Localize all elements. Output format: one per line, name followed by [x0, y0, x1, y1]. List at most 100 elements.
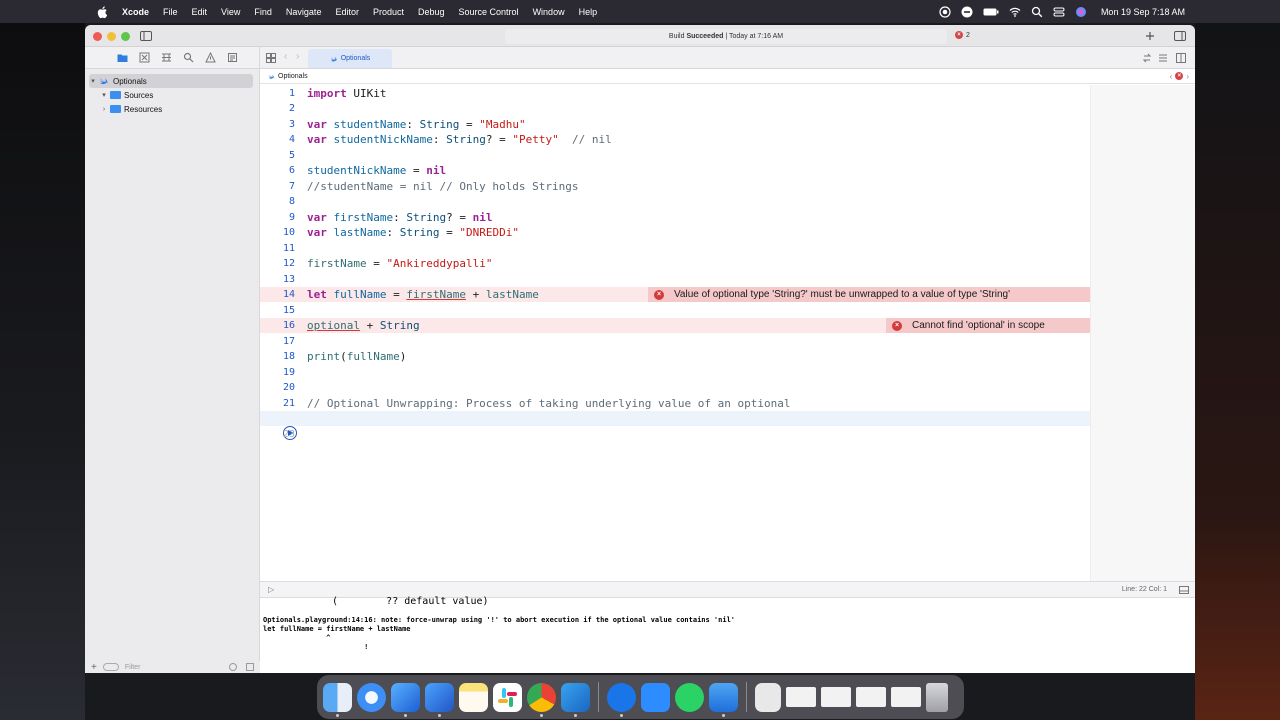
playground-swift-icon	[100, 78, 108, 85]
project-navigator-icon[interactable]	[117, 52, 128, 63]
symbol-navigator-icon[interactable]	[161, 52, 172, 63]
line-number: 23	[282, 429, 295, 440]
screen-record-icon[interactable]	[939, 5, 951, 18]
editor-options-icon[interactable]	[1158, 53, 1168, 63]
menu-window[interactable]: Window	[533, 7, 565, 17]
minimize-window-icon[interactable]	[107, 32, 116, 41]
line-number: 13	[282, 274, 295, 285]
chevron-right-icon[interactable]: ›	[100, 106, 108, 113]
teamviewer-icon[interactable]	[607, 682, 636, 717]
menu-source-control[interactable]: Source Control	[459, 7, 519, 17]
chrome-icon[interactable]	[527, 682, 556, 717]
add-icon[interactable]	[1145, 31, 1155, 41]
window-thumb-1-icon[interactable]	[786, 687, 816, 707]
sidebar-item-sources[interactable]: ▾ Sources	[85, 88, 255, 102]
code-token: String	[419, 118, 460, 131]
spotlight-search-icon[interactable]	[1031, 6, 1043, 18]
notes-icon[interactable]	[459, 682, 488, 712]
slack-icon[interactable]	[493, 682, 522, 712]
keynote-icon[interactable]	[709, 682, 738, 717]
console-output[interactable]: ( ?? default value) Optionals.playground…	[260, 596, 1195, 673]
report-navigator-icon[interactable]	[227, 52, 238, 63]
preview-doc-icon[interactable]	[755, 682, 781, 712]
tab-optionals[interactable]: Optionals	[308, 49, 392, 68]
run-icon[interactable]: ▷	[268, 585, 274, 594]
wifi-icon[interactable]	[1009, 6, 1021, 18]
split-editor-icon[interactable]	[1176, 53, 1186, 63]
code-token: lastName	[485, 288, 539, 301]
filter-icon[interactable]	[102, 663, 119, 671]
xcode-instruments-icon[interactable]	[425, 682, 454, 717]
sidebar-item-resources[interactable]: › Resources	[85, 102, 255, 116]
console-line: let fullName = firstName + lastName	[263, 625, 411, 633]
issue-stepper[interactable]: ‹ × ›	[1170, 72, 1189, 81]
menu-view[interactable]: View	[221, 7, 240, 17]
next-issue-icon[interactable]: ›	[1186, 72, 1189, 81]
window-thumb-4-icon[interactable]	[891, 687, 921, 707]
source-control-navigator-icon[interactable]	[139, 52, 150, 63]
refresh-icon[interactable]	[1142, 53, 1152, 63]
build-status-prefix: Build	[668, 33, 687, 40]
xcode-icon[interactable]	[391, 682, 420, 717]
code-line: //studentName = nil // Only holds String…	[307, 179, 579, 194]
minimap[interactable]	[1090, 85, 1195, 581]
focus-icon[interactable]	[961, 6, 973, 18]
menu-navigate[interactable]: Navigate	[286, 7, 322, 17]
add-file-icon[interactable]: +	[91, 662, 97, 673]
chevron-down-icon[interactable]: ▾	[100, 91, 108, 99]
sidebar-item-optionals[interactable]: ▾ Optionals	[89, 74, 253, 88]
vscode-icon[interactable]	[561, 682, 590, 717]
close-window-icon[interactable]	[93, 32, 102, 41]
issue-navigator-icon[interactable]	[205, 52, 216, 63]
related-items-icon[interactable]	[266, 53, 276, 63]
menu-find[interactable]: Find	[254, 7, 272, 17]
source-control-filter-icon[interactable]	[246, 663, 254, 671]
error-count-badge[interactable]: × 2	[955, 31, 970, 39]
finder-icon[interactable]	[323, 682, 352, 717]
playground-swift-icon	[330, 56, 337, 62]
chevron-down-icon[interactable]: ▾	[89, 77, 97, 85]
breadcrumb-item-optionals[interactable]: Optionals	[278, 73, 308, 80]
code-token: optional	[307, 319, 360, 332]
code-token: lastName	[333, 226, 387, 239]
code-token: var	[307, 211, 327, 224]
zoom-window-icon[interactable]	[121, 32, 130, 41]
error-message: Value of optional type 'String?' must be…	[674, 289, 1010, 300]
zoom-icon[interactable]	[641, 682, 670, 712]
recent-files-icon[interactable]	[229, 663, 237, 671]
menu-product[interactable]: Product	[373, 7, 404, 17]
control-center-icon[interactable]	[1053, 6, 1065, 18]
menu-xcode[interactable]: Xcode	[122, 7, 149, 17]
trash-icon[interactable]	[926, 682, 948, 712]
previous-issue-icon[interactable]: ‹	[1170, 72, 1173, 81]
error-annotation[interactable]: × Value of optional type 'String?' must …	[648, 287, 1090, 302]
siri-icon[interactable]	[1075, 6, 1087, 18]
sidebar-toggle-icon[interactable]	[140, 31, 152, 41]
toggle-debug-area-icon[interactable]	[1179, 586, 1189, 594]
window-thumb-2-icon[interactable]	[821, 687, 851, 707]
find-navigator-icon[interactable]	[183, 52, 194, 63]
code-token: "Ankireddypalli"	[386, 257, 493, 270]
filter-input[interactable]: Filter	[125, 664, 223, 671]
current-line-highlight	[260, 411, 1090, 426]
safari-icon[interactable]	[357, 682, 386, 712]
battery-icon[interactable]	[983, 6, 999, 18]
menu-debug[interactable]: Debug	[418, 7, 445, 17]
menu-file[interactable]: File	[163, 7, 178, 17]
back-arrow-icon[interactable]: ‹	[284, 51, 287, 62]
menu-help[interactable]: Help	[579, 7, 598, 17]
line-number: 20	[282, 382, 295, 393]
whatsapp-icon[interactable]	[675, 682, 704, 712]
code-editor[interactable]: 1 2 3 4 5 6 7 8 9 10 11 12 13 14 15 16 1…	[260, 85, 1090, 581]
apple-menu-icon[interactable]	[96, 5, 110, 19]
inspector-toggle-icon[interactable]	[1174, 31, 1186, 41]
forward-arrow-icon[interactable]: ›	[296, 51, 299, 62]
line-number: 2	[288, 103, 295, 114]
menu-clock[interactable]: Mon 19 Sep 7:18 AM	[1101, 7, 1185, 17]
menu-edit[interactable]: Edit	[192, 7, 208, 17]
error-annotation[interactable]: × Cannot find 'optional' in scope	[886, 318, 1090, 333]
window-thumb-3-icon[interactable]	[856, 687, 886, 707]
menu-editor[interactable]: Editor	[335, 7, 359, 17]
dock-separator	[746, 682, 747, 712]
code-token: String	[399, 226, 440, 239]
